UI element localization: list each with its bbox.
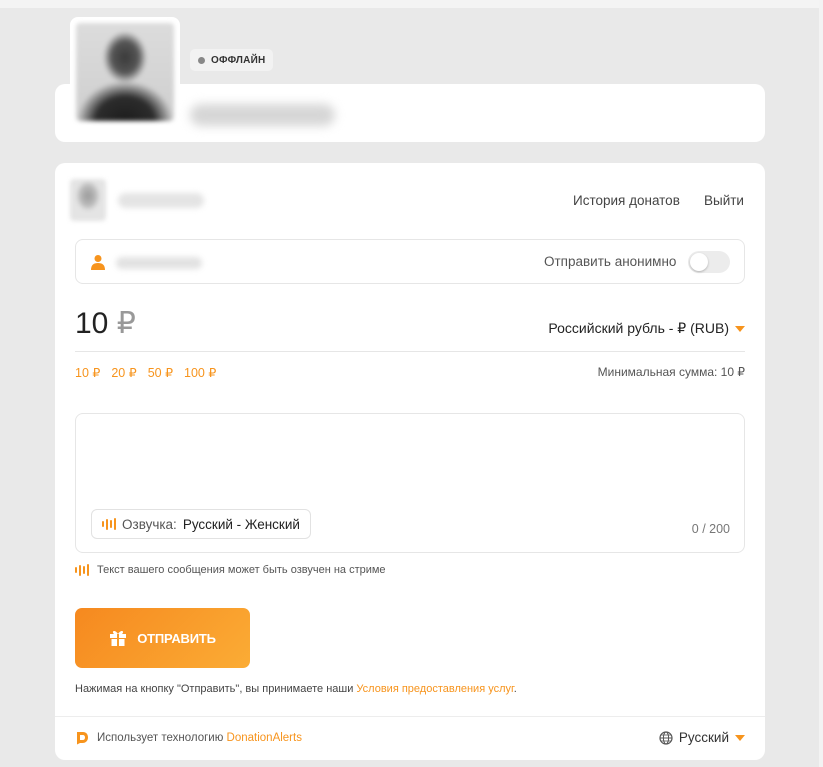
language-select[interactable]: Русский <box>659 730 745 745</box>
person-icon <box>91 255 105 270</box>
chevron-down-icon <box>735 325 745 332</box>
user-name-blurred <box>118 193 204 208</box>
user-bar: История донатов Выйти <box>70 176 750 224</box>
voice-label: Озвучка: <box>122 516 177 532</box>
top-strip <box>0 0 823 8</box>
language-value: Русский <box>678 730 729 745</box>
voice-value: Русский - Женский <box>182 516 300 532</box>
status-badge: ОФФЛАЙН <box>190 49 274 71</box>
donation-history-link[interactable]: История донатов <box>573 193 680 208</box>
powered-by: Использует технологию DonationAlerts <box>75 731 302 745</box>
streamer-avatar <box>70 17 180 127</box>
tts-hint: Текст вашего сообщения может быть озвуче… <box>75 564 386 576</box>
voice-select[interactable]: Озвучка: Русский - Женский <box>91 509 311 539</box>
sound-wave-icon <box>75 564 89 576</box>
logout-link[interactable]: Выйти <box>704 193 744 208</box>
powered-by-prefix: Использует технологию <box>97 732 227 744</box>
amount-presets: 10 ₽ 20 ₽ 50 ₽ 100 ₽ <box>75 365 216 380</box>
anonymous-toggle[interactable] <box>688 251 730 273</box>
send-button-label: ОТПРАВИТЬ <box>137 630 216 646</box>
message-textarea[interactable]: Озвучка: Русский - Женский 0 / 200 <box>75 413 745 553</box>
status-dot-icon <box>198 56 205 64</box>
preset-amount-button[interactable]: 20 ₽ <box>111 365 136 380</box>
gift-icon <box>110 630 127 646</box>
sound-wave-icon <box>102 518 116 530</box>
terms-prefix: Нажимая на кнопку "Отправить", вы приним… <box>75 683 357 695</box>
terms-suffix: . <box>513 683 517 695</box>
streamer-name-blurred <box>190 104 335 126</box>
toggle-knob <box>690 253 708 271</box>
globe-icon <box>659 730 673 745</box>
user-avatar <box>70 179 106 221</box>
preset-amount-button[interactable]: 50 ₽ <box>148 365 173 380</box>
amount-currency-symbol: ₽ <box>116 307 136 340</box>
anonymous-label: Отправить анонимно <box>544 254 677 269</box>
chevron-down-icon <box>735 734 745 741</box>
minimum-amount-text: Минимальная сумма: 10 ₽ <box>597 365 745 379</box>
amount-row: 10 ₽ Российский рубль - ₽ (RUB) <box>75 306 745 352</box>
currency-select[interactable]: Российский рубль - ₽ (RUB) <box>548 320 745 337</box>
amount-input[interactable]: 10 ₽ <box>75 306 136 341</box>
scrollbar-track[interactable] <box>819 0 823 767</box>
avatar-image <box>76 23 174 121</box>
preset-amount-button[interactable]: 10 ₽ <box>75 365 100 380</box>
amount-value: 10 <box>75 307 109 340</box>
preset-amount-button[interactable]: 100 ₽ <box>184 365 216 380</box>
currency-select-value: Российский рубль - ₽ (RUB) <box>548 320 729 336</box>
donationalerts-link[interactable]: DonationAlerts <box>227 732 302 744</box>
terms-notice: Нажимая на кнопку "Отправить", вы приним… <box>75 683 517 695</box>
send-button[interactable]: ОТПРАВИТЬ <box>75 608 250 668</box>
donor-name-blurred <box>116 257 202 269</box>
terms-link[interactable]: Условия предоставления услуг <box>356 683 513 695</box>
donor-name-field[interactable]: Отправить анонимно <box>75 239 745 284</box>
status-label: ОФФЛАЙН <box>211 54 266 66</box>
tts-hint-text: Текст вашего сообщения может быть озвуче… <box>97 564 386 576</box>
character-counter: 0 / 200 <box>691 522 730 536</box>
footer-divider <box>55 716 765 717</box>
donationalerts-logo-icon <box>77 732 88 745</box>
